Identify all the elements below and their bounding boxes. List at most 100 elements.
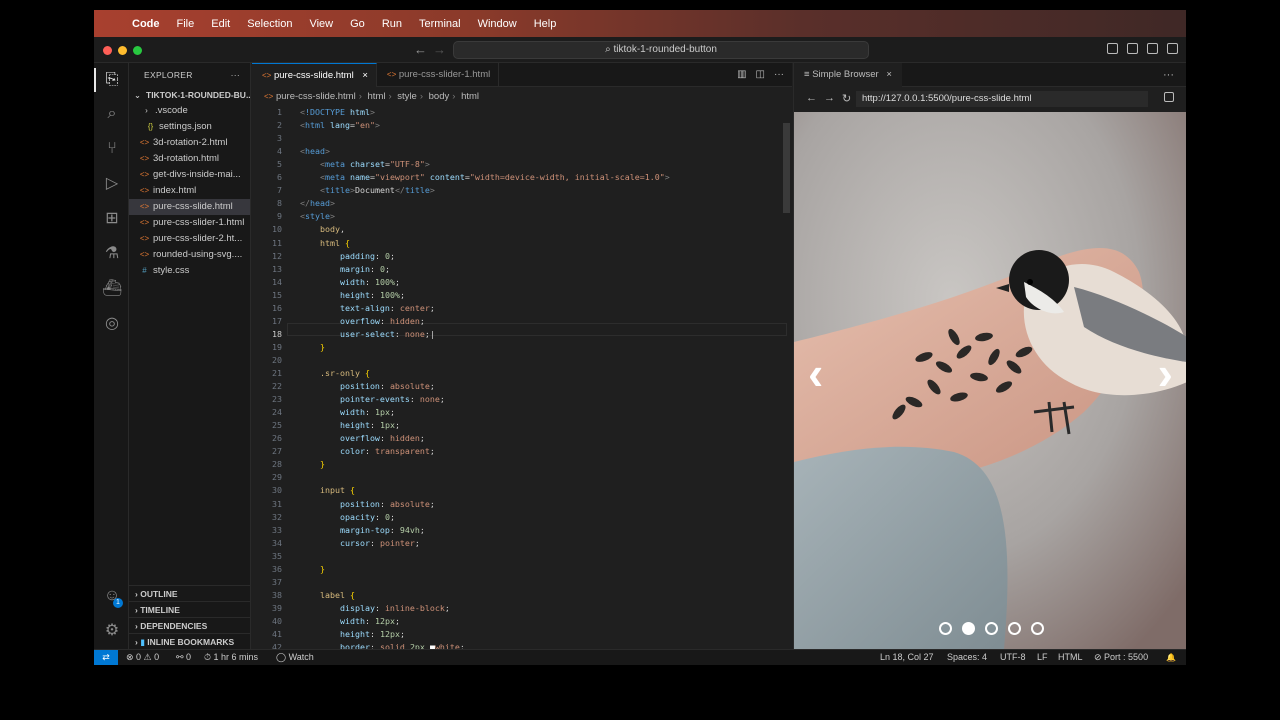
cursor-position[interactable]: Ln 18, Col 27 — [880, 650, 934, 665]
reload-icon[interactable]: ↻ — [842, 92, 851, 105]
toggle-sidebar-icon[interactable] — [1107, 43, 1118, 54]
line-number: 36 — [272, 564, 282, 574]
minimize-window-button[interactable] — [118, 46, 127, 55]
forward-arrow-icon[interactable]: → — [824, 92, 835, 104]
code-line: body, — [319, 224, 345, 234]
open-external-icon[interactable] — [1164, 92, 1174, 102]
file-tree-item[interactable]: <> pure-css-slider-2.ht... — [129, 231, 250, 247]
command-center-search[interactable]: ⌕ tiktok-1-rounded-button — [453, 41, 869, 59]
file-tree-item[interactable]: <> rounded-using-svg.... — [129, 247, 250, 263]
open-preview-icon[interactable]: ▥ — [737, 69, 746, 80]
tab-pure-css-slide[interactable]: <> pure-css-slide.html × — [252, 63, 377, 87]
notifications-bell-icon[interactable]: 🔔 — [1166, 650, 1176, 665]
tab-simple-browser[interactable]: ≡ Simple Browser × — [794, 63, 902, 87]
menu-help[interactable]: Help — [534, 18, 557, 30]
file-tree-item[interactable]: <> index.html — [129, 183, 250, 199]
file-tree-item[interactable]: › .vscode — [129, 103, 250, 119]
outline-section[interactable]: › OUTLINE — [129, 585, 251, 601]
menu-edit[interactable]: Edit — [211, 18, 230, 30]
menu-view[interactable]: View — [309, 18, 333, 30]
explorer-more-icon[interactable]: ··· — [231, 63, 240, 87]
toggle-panel-icon[interactable] — [1127, 43, 1138, 54]
file-tree-item[interactable]: <> 3d-rotation-2.html — [129, 135, 250, 151]
encoding-setting[interactable]: UTF-8 — [1000, 650, 1026, 665]
session-timer[interactable]: ⏱ 1 hr 6 mins — [204, 650, 258, 665]
language-mode[interactable]: HTML — [1058, 650, 1083, 665]
eol-setting[interactable]: LF — [1037, 650, 1048, 665]
dependencies-section[interactable]: › DEPENDENCIES — [129, 617, 251, 633]
toggle-secondary-sidebar-icon[interactable] — [1147, 43, 1158, 54]
explorer-header: EXPLORER ··· — [129, 63, 250, 87]
menu-go[interactable]: Go — [350, 18, 365, 30]
close-window-button[interactable] — [103, 46, 112, 55]
code-line: <title>Document</title> — [319, 185, 435, 195]
file-tree-item-selected[interactable]: <> pure-css-slide.html — [129, 199, 250, 215]
breadcrumb-item[interactable]: style — [397, 91, 417, 102]
line-number: 18 — [272, 329, 282, 339]
inline-bookmarks-section[interactable]: › ▮ INLINE BOOKMARKS — [129, 633, 251, 649]
code-line: <html lang="en"> — [300, 120, 380, 130]
line-number: 21 — [272, 368, 282, 378]
slide-dot[interactable] — [1008, 622, 1021, 635]
problems-indicator[interactable]: ⊗ 0 ⚠ 0 — [126, 650, 159, 665]
slide-dot[interactable] — [985, 622, 998, 635]
menu-selection[interactable]: Selection — [247, 18, 292, 30]
url-input[interactable]: http://127.0.0.1:5500/pure-css-slide.htm… — [856, 91, 1148, 107]
browser-navbar: ← → ↻ http://127.0.0.1:5500/pure-css-sli… — [794, 87, 1186, 111]
line-number: 12 — [272, 251, 282, 261]
close-tab-icon[interactable]: × — [362, 70, 368, 81]
indentation-setting[interactable]: Spaces: 4 — [947, 650, 987, 665]
remote-explorer-icon[interactable]: ◎ — [102, 314, 122, 334]
breadcrumb-item[interactable]: html — [461, 91, 479, 102]
watch-indicator[interactable]: ◯ Watch — [276, 650, 314, 665]
split-editor-icon[interactable]: ◫ — [756, 69, 765, 80]
docker-icon[interactable]: ⛴ — [102, 279, 122, 299]
extensions-icon[interactable]: ⊞ — [102, 209, 122, 229]
line-number: 37 — [272, 577, 282, 587]
settings-gear-icon[interactable]: ⚙ — [102, 621, 122, 641]
file-tree-item[interactable]: <> 3d-rotation.html — [129, 151, 250, 167]
search-icon[interactable]: ⌕ — [102, 104, 122, 124]
zoom-window-button[interactable] — [133, 46, 142, 55]
file-tree-item[interactable]: <> get-divs-inside-mai... — [129, 167, 250, 183]
prev-slide-arrow-icon[interactable]: ‹ — [808, 350, 823, 396]
close-tab-icon[interactable]: × — [886, 69, 892, 80]
file-tree-item[interactable]: <> pure-css-slider-1.html — [129, 215, 250, 231]
menu-file[interactable]: File — [177, 18, 195, 30]
menu-run[interactable]: Run — [382, 18, 402, 30]
slide-dot[interactable] — [962, 622, 975, 635]
line-number: 13 — [272, 264, 282, 274]
file-tree-item[interactable]: # style.css — [129, 263, 250, 279]
breadcrumb-item[interactable]: body — [429, 91, 450, 102]
back-arrow-icon[interactable]: ← — [806, 92, 817, 104]
menu-terminal[interactable]: Terminal — [419, 18, 461, 30]
more-actions-icon[interactable]: ··· — [774, 69, 784, 80]
source-control-icon[interactable]: ⑂ — [102, 139, 122, 159]
remote-indicator-icon[interactable]: ⇄ — [94, 650, 118, 665]
next-slide-arrow-icon[interactable]: › — [1158, 350, 1173, 396]
run-debug-icon[interactable]: ▷ — [102, 174, 122, 194]
html-file-icon: <> — [139, 250, 150, 259]
tab-pure-css-slider-1[interactable]: <> pure-css-slider-1.html — [377, 63, 500, 87]
explorer-icon[interactable]: ⎘ — [102, 70, 122, 90]
live-server-port[interactable]: ⊘ Port : 5500 — [1094, 650, 1148, 665]
slide-dot[interactable] — [1031, 622, 1044, 635]
customize-layout-icon[interactable] — [1167, 43, 1178, 54]
breadcrumb-item[interactable]: pure-css-slide.html — [276, 91, 356, 102]
editor-scrollbar[interactable] — [783, 123, 790, 213]
code-line: margin: 0; — [339, 264, 390, 274]
file-tree-item[interactable]: {} settings.json — [129, 119, 250, 135]
more-actions-icon[interactable]: ··· — [1163, 63, 1174, 87]
ports-indicator[interactable]: ⚯ 0 — [176, 650, 191, 665]
workspace-root[interactable]: ⌄ TIKTOK-1-ROUNDED-BU... — [129, 87, 250, 103]
forward-arrow-icon[interactable]: → — [433, 42, 446, 57]
menu-code[interactable]: Code — [132, 18, 160, 30]
menu-window[interactable]: Window — [478, 18, 517, 30]
line-number: 5 — [277, 159, 282, 169]
timeline-section[interactable]: › TIMELINE — [129, 601, 251, 617]
breadcrumb-item[interactable]: html — [368, 91, 386, 102]
testing-icon[interactable]: ⚗ — [102, 244, 122, 264]
slide-dot[interactable] — [939, 622, 952, 635]
back-arrow-icon[interactable]: ← — [414, 42, 427, 57]
line-number: 39 — [272, 603, 282, 613]
